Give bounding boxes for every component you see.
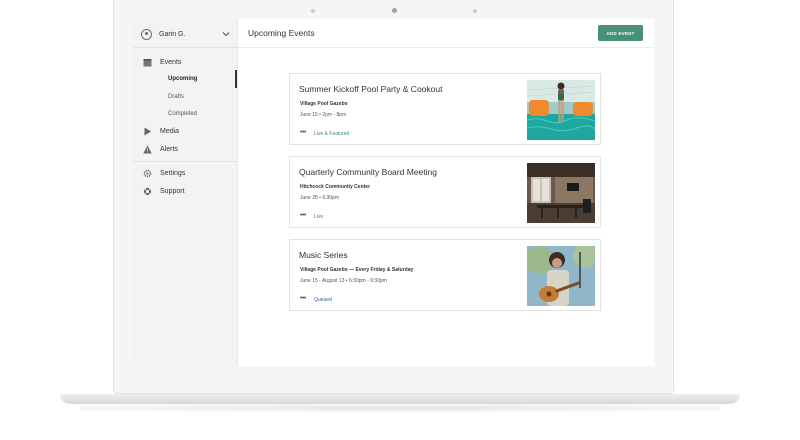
more-options-icon[interactable]: ••• [300,212,306,219]
event-title: Summer Kickoff Pool Party & Cookout [299,84,443,94]
sidebar: Garin G. Events Upcoming Drafts Complete… [133,19,238,366]
more-options-icon[interactable]: ••• [300,129,306,136]
sidebar-item-label: Alerts [160,145,178,153]
lifebuoy-icon [143,187,152,196]
sidebar-subitem-completed[interactable]: Completed [168,108,197,120]
event-date: June 15 • 2pm - 8pm [300,112,347,118]
event-image-guitarist [527,246,595,306]
event-status: Live [314,214,324,220]
event-title: Quarterly Community Board Meeting [299,167,437,177]
event-card[interactable]: Quarterly Community Board Meeting Hitchc… [289,156,601,228]
user-menu[interactable]: Garin G. [141,26,231,42]
sidebar-item-label: Support [160,187,185,195]
event-title: Music Series [299,250,348,260]
gear-icon [143,169,152,178]
event-location: Hitchcock Community Center [300,184,371,190]
page-title: Upcoming Events [248,28,315,38]
event-location: Village Pool Gazebo [300,101,348,107]
sidebar-item-label: Settings [160,169,186,177]
sidebar-subitem-drafts[interactable]: Drafts [168,91,184,103]
camera-dot [392,8,397,13]
frame-dot [473,9,477,13]
frame-dot [311,9,315,13]
event-image-meeting-room [527,163,595,223]
laptop-shadow [80,404,720,412]
event-image-pool-party [527,80,595,140]
more-options-icon[interactable]: ••• [300,295,306,302]
sidebar-divider [133,47,237,48]
warning-icon [143,145,152,154]
sidebar-divider [133,161,237,162]
event-card[interactable]: Music Series Village Pool Gazebo — Every… [289,239,601,311]
sidebar-item-alerts[interactable]: Alerts [143,143,178,155]
event-date: June 15 - August 13 • 6:30pm - 9:30pm [300,278,387,284]
sidebar-item-label: Media [160,127,180,135]
sidebar-item-media[interactable]: Media [143,125,179,137]
event-status: Live & Featured [314,131,350,137]
app-screen: Garin G. Events Upcoming Drafts Complete… [133,19,654,366]
sidebar-item-support[interactable]: Support [143,185,185,197]
event-status: Queued [314,297,332,303]
sidebar-item-label: Events [160,58,182,66]
add-event-button[interactable]: ADD EVENT [598,25,643,41]
active-indicator [235,70,237,88]
event-date: June 28 • 6:30pm [300,195,339,201]
sidebar-subitem-upcoming[interactable]: Upcoming [168,73,197,85]
sidebar-item-settings[interactable]: Settings [143,167,185,179]
user-name: Garin G. [159,30,186,38]
play-icon [143,127,152,136]
event-card[interactable]: Summer Kickoff Pool Party & Cookout Vill… [289,73,601,145]
event-location: Village Pool Gazebo — Every Friday & Sat… [300,267,414,273]
sidebar-item-events[interactable]: Events [143,56,181,68]
header-bar: Upcoming Events ADD EVENT [238,19,654,48]
calendar-icon [143,58,152,67]
chevron-down-icon[interactable] [221,29,231,39]
user-avatar-icon [141,28,152,40]
laptop-base [60,394,740,404]
